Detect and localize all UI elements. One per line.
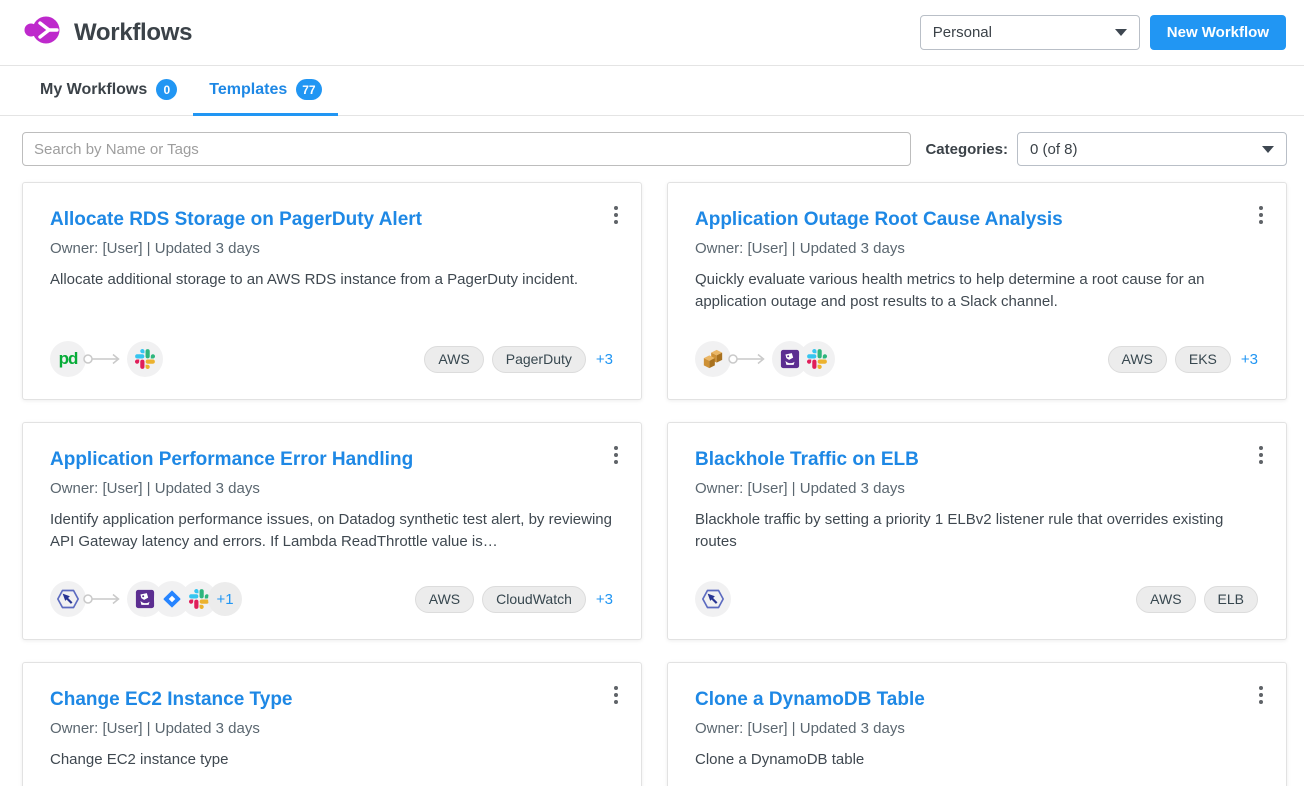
card-menu-button[interactable] [603, 200, 629, 230]
brand: Workflows [24, 14, 192, 51]
workflow-title-link[interactable]: Application Performance Error Handling [50, 448, 613, 472]
workflow-owner-meta: Owner: [User] | Updated 3 days [50, 240, 613, 257]
card-footer: pd AWS PagerDuty +3 [50, 341, 613, 377]
workflow-card: Allocate RDS Storage on PagerDuty Alert … [22, 182, 642, 400]
extra-icons-count: +1 [208, 582, 242, 616]
workflow-card: Change EC2 Instance Type Owner: [User] |… [22, 662, 642, 786]
card-menu-button[interactable] [603, 440, 629, 470]
workflow-card: Application Performance Error Handling O… [22, 422, 642, 640]
workflow-description: Allocate additional storage to an AWS RD… [50, 269, 613, 291]
card-menu-button[interactable] [1248, 440, 1274, 470]
tab-count-badge: 0 [156, 79, 177, 100]
categories-label: Categories: [925, 141, 1008, 158]
connector-arrow-icon [82, 352, 126, 366]
tag-list: AWS CloudWatch +3 [415, 586, 613, 613]
connector-icon-row [695, 581, 731, 617]
more-tags-link[interactable]: +3 [596, 591, 613, 608]
categories-select-value: 0 (of 8) [1030, 141, 1078, 158]
connector-arrow-icon [727, 352, 771, 366]
tag-pill[interactable]: AWS [424, 346, 483, 373]
chevron-down-icon [1262, 146, 1274, 153]
search-input[interactable] [22, 132, 911, 166]
tab-label: My Workflows [40, 81, 147, 99]
pagerduty-icon: pd [50, 341, 86, 377]
tag-pill[interactable]: AWS [415, 586, 474, 613]
workflow-card: Blackhole Traffic on ELB Owner: [User] |… [667, 422, 1287, 640]
workflow-owner-meta: Owner: [User] | Updated 3 days [50, 720, 613, 737]
tab-count-badge: 77 [296, 79, 321, 100]
tag-list: AWS ELB [1136, 586, 1258, 613]
page-header: Workflows Personal New Workflow [0, 0, 1304, 66]
card-menu-button[interactable] [1248, 200, 1274, 230]
connector-icon-row [695, 341, 835, 377]
workflow-description: Quickly evaluate various health metrics … [695, 269, 1258, 313]
tag-pill[interactable]: ELB [1204, 586, 1258, 613]
chevron-down-icon [1115, 29, 1127, 36]
slack-icon [127, 341, 163, 377]
card-menu-button[interactable] [1248, 680, 1274, 710]
workflow-description: Change EC2 instance type [50, 749, 613, 771]
card-footer: +1 AWS CloudWatch +3 [50, 581, 613, 617]
more-tags-link[interactable]: +3 [596, 351, 613, 368]
workflow-title-link[interactable]: Blackhole Traffic on ELB [695, 448, 1258, 472]
tag-pill[interactable]: CloudWatch [482, 586, 586, 613]
workflow-card: Application Outage Root Cause Analysis O… [667, 182, 1287, 400]
workflow-grid: Allocate RDS Storage on PagerDuty Alert … [22, 182, 1287, 786]
filter-bar: Categories: 0 (of 8) [22, 132, 1287, 166]
workflow-description: Identify application performance issues,… [50, 509, 613, 553]
workflow-owner-meta: Owner: [User] | Updated 3 days [695, 720, 1258, 737]
slack-icon [799, 341, 835, 377]
workspace-select[interactable]: Personal [920, 15, 1140, 50]
card-footer: AWS EKS +3 [695, 341, 1258, 377]
categories-select[interactable]: 0 (of 8) [1017, 132, 1287, 166]
tag-pill[interactable]: PagerDuty [492, 346, 586, 373]
workflow-description: Clone a DynamoDB table [695, 749, 1258, 771]
card-menu-button[interactable] [603, 680, 629, 710]
tab-bar: My Workflows 0 Templates 77 [0, 66, 1304, 116]
more-tags-link[interactable]: +3 [1241, 351, 1258, 368]
workflow-description: Blackhole traffic by setting a priority … [695, 509, 1258, 553]
cursor-hex-icon [695, 581, 731, 617]
app-logo-icon [24, 14, 62, 51]
tag-pill[interactable]: AWS [1108, 346, 1167, 373]
connector-icon-row: pd [50, 341, 163, 377]
tab-label: Templates [209, 81, 287, 99]
tag-pill[interactable]: AWS [1136, 586, 1195, 613]
workflow-title-link[interactable]: Change EC2 Instance Type [50, 688, 613, 712]
aws-icon [695, 341, 731, 377]
workflow-owner-meta: Owner: [User] | Updated 3 days [695, 480, 1258, 497]
new-workflow-button[interactable]: New Workflow [1150, 15, 1286, 50]
tag-list: AWS PagerDuty +3 [424, 346, 613, 373]
card-footer: AWS ELB [695, 581, 1258, 617]
tag-pill[interactable]: EKS [1175, 346, 1231, 373]
workflow-title-link[interactable]: Application Outage Root Cause Analysis [695, 208, 1258, 232]
workflow-title-link[interactable]: Clone a DynamoDB Table [695, 688, 1258, 712]
connector-icon-row: +1 [50, 581, 242, 617]
tag-list: AWS EKS +3 [1108, 346, 1259, 373]
connector-arrow-icon [82, 592, 126, 606]
workflow-card: Clone a DynamoDB Table Owner: [User] | U… [667, 662, 1287, 786]
workspace-select-value: Personal [933, 24, 992, 41]
workflow-owner-meta: Owner: [User] | Updated 3 days [50, 480, 613, 497]
tab-templates[interactable]: Templates 77 [193, 66, 337, 116]
workflow-owner-meta: Owner: [User] | Updated 3 days [695, 240, 1258, 257]
page-title: Workflows [74, 19, 192, 47]
cursor-hex-icon [50, 581, 86, 617]
tab-my-workflows[interactable]: My Workflows 0 [24, 66, 193, 116]
workflow-title-link[interactable]: Allocate RDS Storage on PagerDuty Alert [50, 208, 613, 232]
